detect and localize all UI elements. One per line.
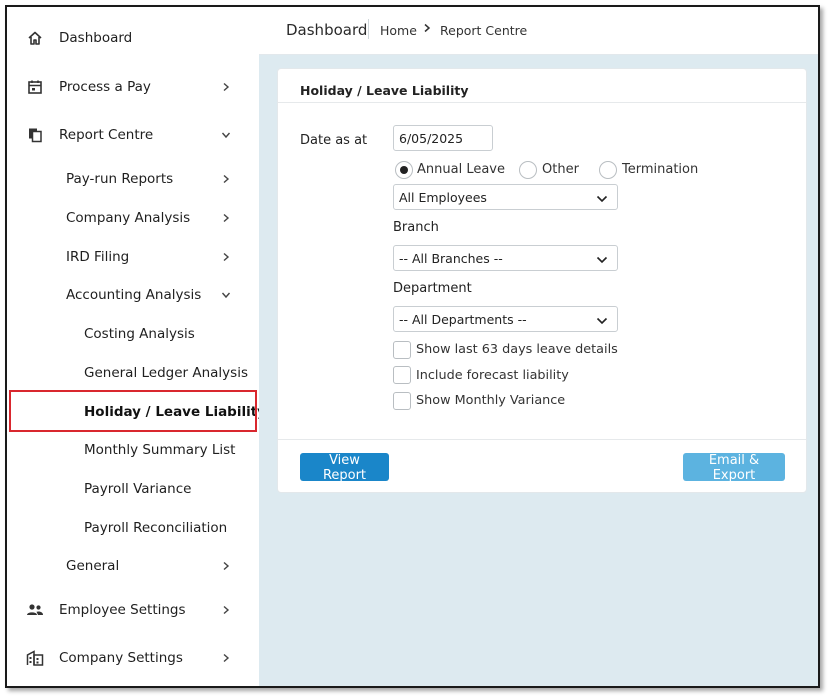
email-export-button[interactable]: Email & Export [683,453,785,483]
sidebar-item-employee-settings[interactable]: Employee Settings [7,593,259,627]
sidebar-item-label: Costing Analysis [84,326,195,342]
sidebar-item-label: Dashboard [59,30,133,46]
sidebar-item-general-ledger-analysis[interactable]: General Ledger Analysis [7,356,259,390]
report-card: Holiday / Leave Liability Date as at Ann… [277,68,807,493]
sidebar-item-company-settings[interactable]: Company Settings [7,641,259,675]
documents-icon [26,126,44,144]
sidebar-item-label: IRD Filing [66,249,130,265]
sidebar-item-label: Accounting Analysis [66,287,202,303]
sidebar-item-label: Payroll Reconciliation [84,520,228,536]
checkbox-include-forecast[interactable] [393,366,411,384]
sidebar-item-label: Payroll Variance [84,481,192,497]
chevron-right-icon [220,251,232,263]
sidebar: Dashboard Process a Pay Report Centre Pa… [7,7,266,686]
chevron-down-icon [596,315,608,325]
chevron-down-icon [220,129,232,141]
sidebar-item-ird-filing[interactable]: IRD Filing [7,240,259,274]
app-window: Dashboard Process a Pay Report Centre Pa… [5,5,820,688]
sidebar-item-label: Company Analysis [66,210,191,226]
date-label: Date as at [300,133,368,148]
sidebar-item-label: Report Centre [59,127,154,143]
radio-annual-leave[interactable] [395,161,413,179]
date-input[interactable] [393,125,493,151]
checkbox-show-last-63-days[interactable] [393,341,411,359]
chevron-right-icon [220,652,232,664]
chevron-right-icon [220,560,232,572]
checkbox-show-monthly-variance[interactable] [393,392,411,410]
divider [278,439,806,440]
sidebar-item-dashboard[interactable]: Dashboard [7,21,259,55]
building-icon [26,649,44,667]
employees-select-value: All Employees [399,190,487,205]
divider [278,102,806,103]
chevron-down-icon [596,254,608,264]
sidebar-item-costing-analysis[interactable]: Costing Analysis [7,317,259,351]
sidebar-item-label: Monthly Summary List [84,442,236,458]
calendar-icon [26,78,44,96]
sidebar-item-label: General Ledger Analysis [84,365,248,381]
breadcrumb-separator-icon [422,22,432,37]
chevron-right-icon [220,173,232,185]
employees-select[interactable]: All Employees [393,184,618,210]
people-icon [26,601,44,619]
sidebar-item-payroll-variance[interactable]: Payroll Variance [7,472,259,506]
main-content: Dashboard Home Report Centre Holiday / L… [259,7,818,686]
chevron-right-icon [220,81,232,93]
branch-select-value: -- All Branches -- [399,251,503,266]
radio-label-other: Other [542,162,579,177]
chevron-right-icon [220,604,232,616]
sidebar-item-accounting-analysis[interactable]: Accounting Analysis [7,278,259,312]
page-title: Dashboard [286,21,368,39]
checkbox-label-include-forecast: Include forecast liability [416,368,569,383]
sidebar-item-company-analysis[interactable]: Company Analysis [7,201,259,235]
sidebar-item-label: Employee Settings [59,602,186,618]
sidebar-item-process-a-pay[interactable]: Process a Pay [7,70,259,104]
sidebar-item-general[interactable]: General [7,549,259,583]
sidebar-item-label: Company Settings [59,650,183,666]
sidebar-item-label: General [66,558,120,574]
checkbox-label-show-last-63-days: Show last 63 days leave details [416,342,618,357]
department-select-value: -- All Departments -- [399,312,527,327]
breadcrumb-report-centre[interactable]: Report Centre [440,23,527,38]
radio-label-annual-leave: Annual Leave [417,162,505,177]
department-label: Department [393,281,472,296]
chevron-down-icon [220,289,232,301]
breadcrumb-home[interactable]: Home [380,23,417,38]
sidebar-item-label: Process a Pay [59,79,151,95]
view-report-button[interactable]: View Report [300,453,389,483]
chevron-right-icon [220,212,232,224]
sidebar-item-report-centre[interactable]: Report Centre [7,118,259,152]
sidebar-item-pay-run-reports[interactable]: Pay-run Reports [7,162,259,196]
divider [368,19,369,39]
chevron-down-icon [596,193,608,203]
report-title: Holiday / Leave Liability [300,83,469,98]
home-icon [26,29,44,47]
highlight-box [9,390,257,432]
department-select[interactable]: -- All Departments -- [393,306,618,332]
branch-label: Branch [393,220,439,235]
sidebar-item-monthly-summary-list[interactable]: Monthly Summary List [7,433,259,467]
radio-other[interactable] [519,161,537,179]
top-bar: Dashboard Home Report Centre [259,7,818,55]
radio-label-termination: Termination [622,162,699,177]
sidebar-item-label: Pay-run Reports [66,171,174,187]
branch-select[interactable]: -- All Branches -- [393,245,618,271]
sidebar-item-payroll-reconciliation[interactable]: Payroll Reconciliation [7,511,259,545]
checkbox-label-show-monthly-variance: Show Monthly Variance [416,393,566,408]
radio-termination[interactable] [599,161,617,179]
